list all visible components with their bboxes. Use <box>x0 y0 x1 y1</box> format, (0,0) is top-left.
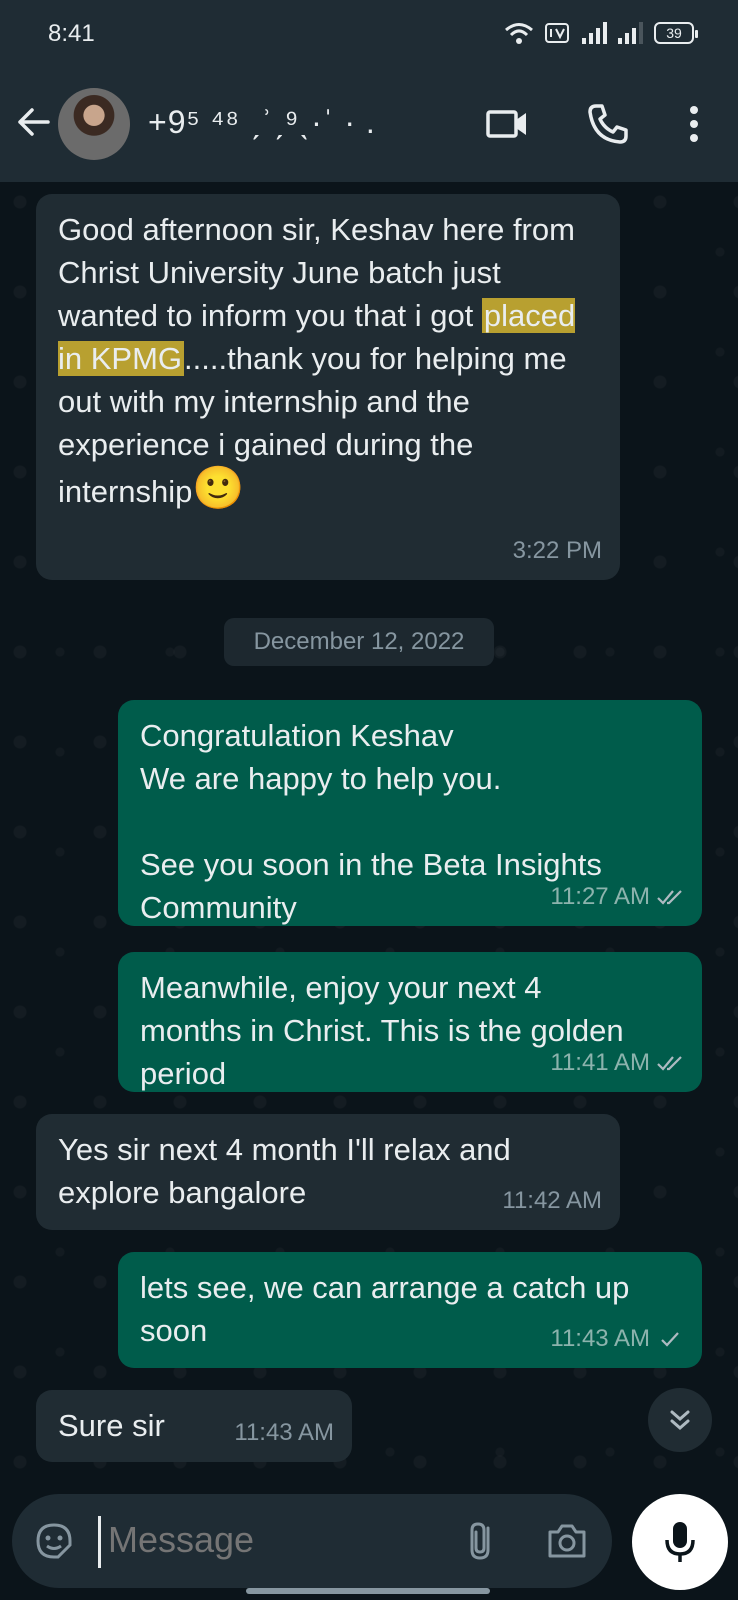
time-label: 11:43 AM <box>550 1325 650 1352</box>
message-incoming[interactable]: Good afternoon sir, Keshav here from Chr… <box>36 194 620 580</box>
time-label: 11:41 AM <box>550 1049 650 1076</box>
message-time: 11:43 AM <box>234 1411 334 1454</box>
camera-icon[interactable] <box>544 1520 590 1562</box>
message-text: Good afternoon sir, Keshav here from Chr… <box>58 208 578 513</box>
message-input[interactable] <box>108 1514 438 1566</box>
avatar[interactable] <box>58 88 130 160</box>
smiley-emoji-icon: 🙂 <box>192 464 245 511</box>
volte-icon <box>545 23 569 43</box>
voice-message-button[interactable] <box>632 1494 728 1590</box>
time-label: 11:42 AM <box>502 1187 602 1214</box>
single-check-icon <box>661 1331 679 1347</box>
time-label: 3:22 PM <box>512 537 602 564</box>
chat-area[interactable]: Good afternoon sir, Keshav here from Chr… <box>0 182 738 1472</box>
double-chevron-down-icon <box>670 1410 690 1430</box>
status-bar: 8:41 39 <box>0 0 738 66</box>
message-outgoing[interactable]: Meanwhile, enjoy your next 4 months in C… <box>118 952 702 1092</box>
time-label: 11:43 AM <box>234 1419 334 1446</box>
text-cursor <box>98 1516 101 1568</box>
contact-name[interactable]: +9⁵ ⁴⁸ ˏʾˏ⁹ˎ·ˈ · . <box>148 104 376 141</box>
message-incoming[interactable]: Sure sir 11:43 AM <box>36 1390 352 1462</box>
date-divider: December 12, 2022 <box>224 618 494 666</box>
signal-icon-1 <box>582 22 607 44</box>
battery-indicator: 39 <box>654 22 698 44</box>
voice-call-icon[interactable] <box>584 100 632 148</box>
message-outgoing[interactable]: lets see, we can arrange a catch up soon… <box>118 1252 702 1368</box>
time-label: 11:27 AM <box>550 883 650 910</box>
message-time: 3:22 PM <box>513 529 602 572</box>
status-icons: 39 <box>504 20 698 46</box>
double-check-icon <box>657 1055 682 1071</box>
message-composer <box>12 1494 612 1588</box>
message-time: 11:41 AM <box>550 1041 684 1084</box>
attachment-paperclip-icon[interactable] <box>460 1518 504 1564</box>
status-time: 8:41 <box>48 20 95 47</box>
wifi-icon <box>505 23 533 44</box>
home-indicator <box>246 1588 490 1594</box>
chat-header: +9⁵ ⁴⁸ ˏʾˏ⁹ˎ·ˈ · . <box>0 66 738 182</box>
message-time: 11:43 AM <box>550 1317 684 1360</box>
emoji-sticker-icon[interactable] <box>34 1521 74 1561</box>
message-time: 11:42 AM <box>502 1179 602 1222</box>
video-call-icon[interactable] <box>484 100 532 148</box>
signal-icon-2 <box>618 22 643 44</box>
double-check-icon <box>657 889 682 905</box>
scroll-to-bottom-button[interactable] <box>648 1388 712 1452</box>
microphone-icon <box>665 1522 695 1562</box>
message-outgoing[interactable]: Congratulation Keshav We are happy to he… <box>118 700 702 926</box>
message-time: 11:27 AM <box>550 875 684 918</box>
more-options-icon[interactable] <box>676 100 712 148</box>
back-arrow-icon[interactable] <box>14 102 54 142</box>
message-incoming[interactable]: Yes sir next 4 month I'll relax and expl… <box>36 1114 620 1230</box>
